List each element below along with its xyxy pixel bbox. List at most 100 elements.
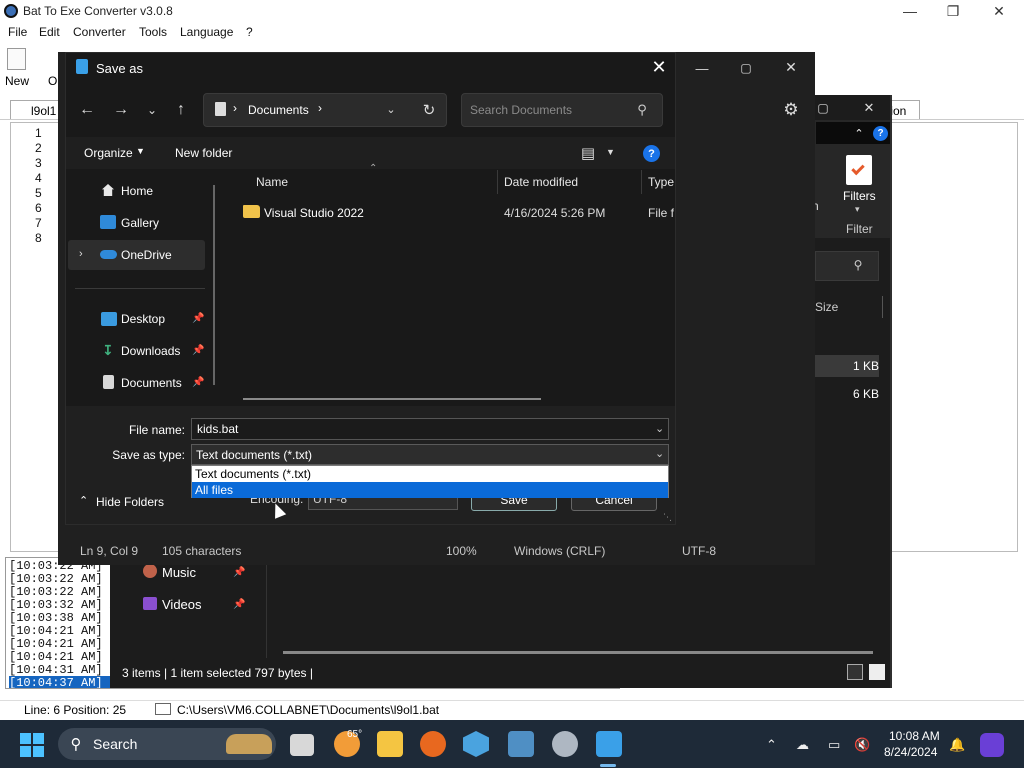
filters-button[interactable]: Filters [843, 189, 876, 203]
file-explorer-icon[interactable] [377, 731, 403, 757]
explorer-scrollbar[interactable] [283, 651, 873, 654]
view-options-icon[interactable]: ▤ [579, 145, 597, 162]
hide-folders-chevron-icon[interactable]: ⌃ [79, 494, 88, 507]
hide-folders-button[interactable]: Hide Folders [96, 495, 164, 509]
nav-music[interactable]: Music [162, 565, 196, 580]
address-dropdown-icon[interactable]: ⌄ [384, 102, 398, 116]
size-column-header[interactable]: Size [815, 300, 838, 314]
notifications-bell-icon[interactable]: 🔔 [949, 737, 965, 753]
pin-icon: 📌 [233, 599, 246, 610]
organize-button[interactable]: Organize [84, 146, 133, 160]
column-type[interactable]: Type [648, 175, 674, 189]
notepad-minimize-icon[interactable]: — [692, 60, 712, 76]
notepad-line-endings[interactable]: Windows (CRLF) [514, 544, 605, 558]
new-button-label[interactable]: New [5, 74, 29, 88]
firefox-icon[interactable] [420, 731, 446, 757]
bat-to-exe-icon[interactable] [552, 731, 578, 757]
view-dropdown-icon[interactable]: ▼ [606, 147, 615, 157]
forward-arrow-icon[interactable]: → [110, 100, 132, 120]
notepad-zoom[interactable]: 100% [446, 544, 477, 558]
display-icon[interactable]: ▭ [828, 737, 840, 753]
option-all-files[interactable]: All files [192, 482, 668, 498]
nav-gallery[interactable]: Gallery [121, 216, 159, 230]
expand-chevron-icon[interactable]: › [79, 248, 83, 260]
filters-dropdown-icon[interactable]: ▾ [855, 204, 860, 215]
option-text-documents[interactable]: Text documents (*.txt) [192, 466, 668, 482]
explorer-close-icon[interactable]: ✕ [860, 100, 878, 116]
column-date-modified[interactable]: Date modified [504, 175, 578, 189]
explorer-maximize-icon[interactable]: ▢ [814, 100, 832, 116]
settings-gear-icon[interactable]: ⚙ [781, 100, 801, 120]
new-file-icon[interactable] [7, 48, 26, 70]
new-folder-button[interactable]: New folder [175, 146, 232, 160]
network-icon[interactable]: ☁ [796, 737, 809, 753]
app-title: Bat To Exe Converter v3.0.8 [23, 4, 173, 18]
folder-location-icon [215, 102, 226, 116]
log-line: [10:04:21 AM] Fo [9, 650, 125, 664]
resize-grip-icon[interactable]: ⋱ [663, 512, 672, 523]
notepad-icon[interactable] [596, 731, 622, 757]
clock-date[interactable]: 8/24/2024 [884, 745, 937, 759]
notepad-encoding[interactable]: UTF-8 [682, 544, 716, 558]
filters-icon[interactable] [846, 155, 872, 185]
menu-file[interactable]: File [8, 25, 27, 39]
file-row-name[interactable]: Visual Studio 2022 [264, 206, 364, 220]
refresh-icon[interactable]: ↻ [420, 101, 438, 119]
collapse-ribbon-icon[interactable]: ⌃ [852, 126, 866, 140]
nav-videos[interactable]: Videos [162, 597, 202, 612]
notepad-app-icon [76, 59, 88, 74]
notepad-maximize-icon[interactable]: ▢ [736, 60, 756, 76]
help-icon[interactable]: ? [873, 126, 888, 141]
file-name-dropdown-icon[interactable]: ⌄ [655, 422, 664, 435]
minimize-button[interactable]: — [895, 2, 925, 20]
search-icon: ⚲ [637, 102, 647, 117]
menu-help[interactable]: ? [246, 25, 253, 39]
tab-script[interactable]: l9ol1 [10, 100, 62, 119]
maximize-button[interactable]: ❐ [938, 2, 968, 20]
nav-desktop[interactable]: Desktop [121, 312, 165, 326]
log-line: [10:03:32 AM] Ad [9, 598, 125, 612]
notepad-close-icon[interactable]: ✕ [781, 59, 801, 75]
menu-converter[interactable]: Converter [73, 25, 126, 39]
volume-muted-icon[interactable]: 🔇 [854, 737, 870, 753]
copilot-icon[interactable] [980, 733, 1004, 757]
menu-edit[interactable]: Edit [39, 25, 60, 39]
file-list-scrollbar[interactable] [243, 398, 541, 400]
breadcrumb-chevron-icon[interactable]: › [318, 101, 322, 115]
show-hidden-icons-icon[interactable]: ⌃ [766, 737, 777, 753]
column-divider[interactable] [497, 170, 498, 194]
close-button[interactable]: ✕ [984, 2, 1014, 20]
up-arrow-icon[interactable]: ↑ [170, 100, 192, 120]
nav-scrollbar[interactable] [213, 185, 215, 385]
address-bar[interactable] [203, 93, 447, 127]
back-arrow-icon[interactable]: ← [76, 100, 98, 120]
nav-home[interactable]: Home [121, 184, 153, 198]
details-view-icon[interactable] [847, 664, 863, 680]
nav-documents[interactable]: Documents [121, 376, 182, 390]
save-as-type-dropdown-icon[interactable]: ⌄ [655, 447, 664, 460]
task-view-icon[interactable] [290, 734, 314, 756]
dialog-close-button[interactable]: ✕ [648, 56, 670, 78]
explorer-search[interactable] [815, 251, 879, 281]
clock-time[interactable]: 10:08 AM [889, 729, 940, 743]
file-size: 6 KB [853, 387, 880, 401]
breadcrumb-documents[interactable]: Documents [248, 103, 309, 117]
column-name[interactable]: Name [256, 175, 288, 189]
file-name-input[interactable] [191, 418, 669, 440]
tiles-view-icon[interactable] [869, 664, 885, 680]
nav-downloads[interactable]: Downloads [121, 344, 180, 358]
file-name-label: File name: [128, 423, 185, 437]
menu-language[interactable]: Language [180, 25, 233, 39]
recent-locations-icon[interactable]: ⌄ [141, 100, 163, 120]
save-as-type-select[interactable]: Text documents (*.txt) [191, 444, 669, 465]
help-icon[interactable]: ? [643, 145, 660, 162]
menu-tools[interactable]: Tools [139, 25, 167, 39]
organize-dropdown-icon[interactable]: ▼ [136, 146, 145, 156]
windows-start-icon[interactable] [20, 733, 44, 757]
column-divider[interactable] [641, 170, 642, 194]
videos-icon [143, 597, 157, 610]
nav-onedrive[interactable]: OneDrive [121, 248, 172, 262]
taskbar-search-label[interactable]: Search [93, 736, 137, 752]
open-button-label[interactable]: O [48, 74, 57, 88]
snipping-tool-icon[interactable] [508, 731, 534, 757]
